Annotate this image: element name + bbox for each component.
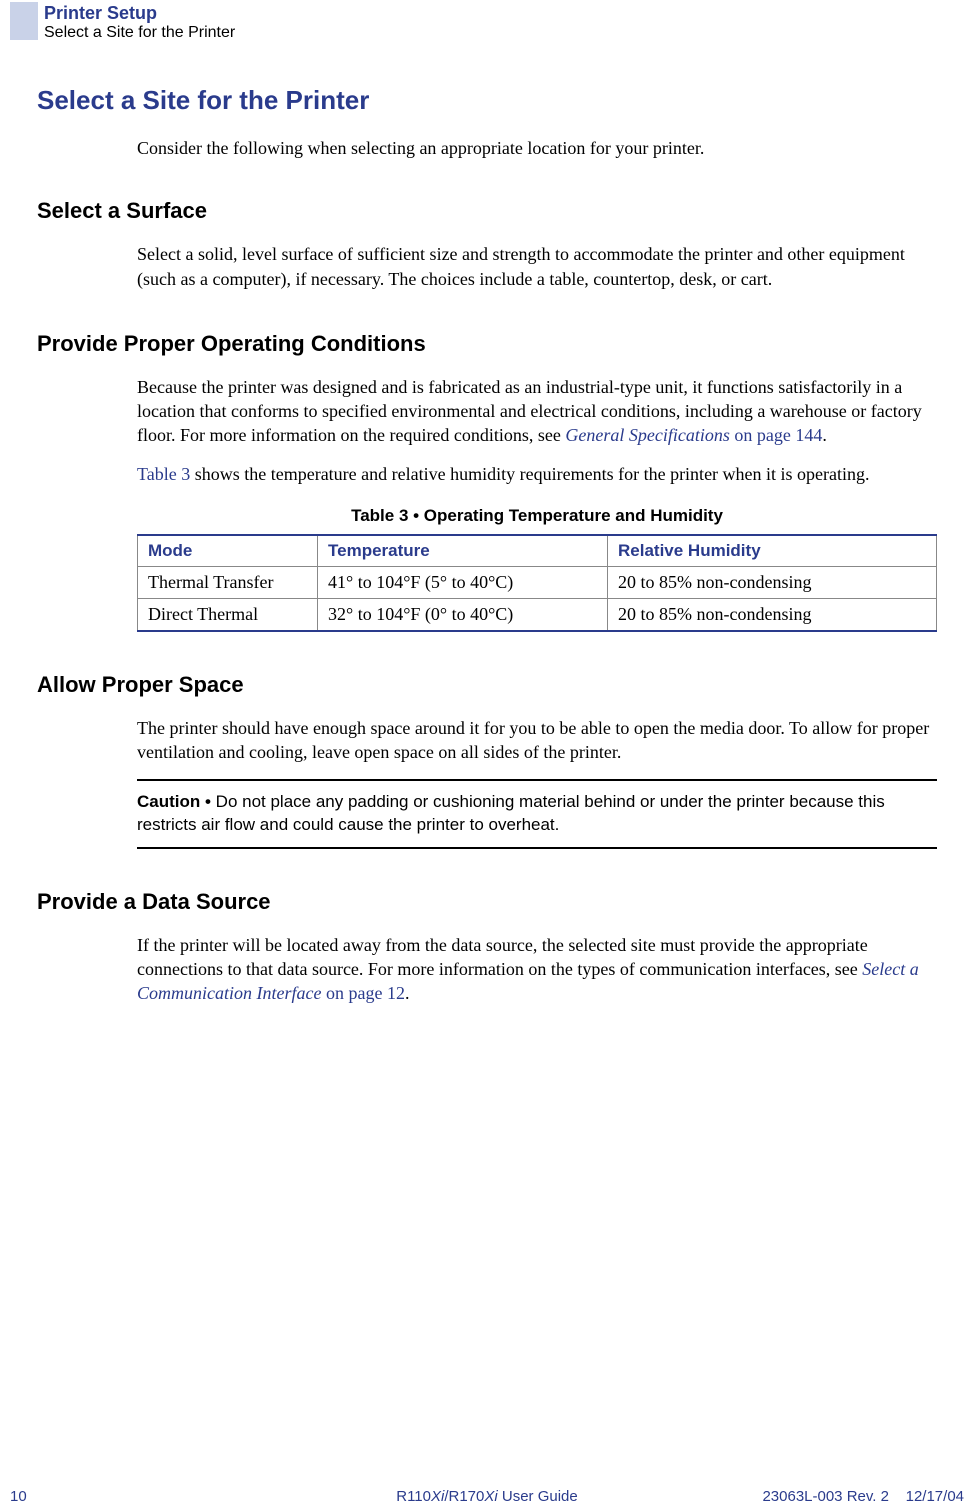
main-heading: Select a Site for the Printer: [37, 85, 937, 116]
th-mode: Mode: [138, 535, 318, 567]
conditions-para2: Table 3 shows the temperature and relati…: [137, 462, 937, 486]
section-data-source: Provide a Data Source If the printer wil…: [37, 889, 937, 1006]
doc-rev: 23063L-003 Rev. 2: [762, 1488, 888, 1505]
footer-right: 23063L-003 Rev. 2 12/17/04: [762, 1488, 964, 1505]
table-operating-temp-humidity: Mode Temperature Relative Humidity Therm…: [137, 534, 937, 632]
link-general-specifications[interactable]: General Specifications: [565, 425, 729, 445]
guide-it2: Xi: [484, 1488, 497, 1505]
cell-mode: Thermal Transfer: [138, 567, 318, 599]
link-general-specifications-page[interactable]: on page 144: [730, 425, 822, 445]
cell-humidity: 20 to 85% non-condensing: [608, 599, 937, 632]
surface-text: Select a solid, level surface of suffici…: [137, 242, 937, 291]
guide-mid: /R170: [444, 1488, 484, 1505]
cell-temp: 32° to 104°F (0° to 40°C): [318, 599, 608, 632]
cell-humidity: 20 to 85% non-condensing: [608, 567, 937, 599]
table-row: Thermal Transfer 41° to 104°F (5° to 40°…: [138, 567, 937, 599]
conditions-para1: Because the printer was designed and is …: [137, 375, 937, 448]
table-header-row: Mode Temperature Relative Humidity: [138, 535, 937, 567]
section-allow-space: Allow Proper Space The printer should ha…: [37, 672, 937, 848]
conditions-para2-text: shows the temperature and relative humid…: [190, 464, 869, 484]
section-operating-conditions: Provide Proper Operating Conditions Beca…: [37, 331, 937, 632]
section-select-surface: Select a Surface Select a solid, level s…: [37, 198, 937, 291]
link-select-comm-interface-page[interactable]: on page 12: [321, 983, 404, 1003]
guide-it1: Xi: [431, 1488, 444, 1505]
doc-date: 12/17/04: [906, 1488, 964, 1505]
subheading-data-source: Provide a Data Source: [37, 889, 937, 915]
subheading-conditions: Provide Proper Operating Conditions: [37, 331, 937, 357]
cell-temp: 41° to 104°F (5° to 40°C): [318, 567, 608, 599]
guide-pre: R110: [396, 1488, 431, 1505]
chapter-title: Printer Setup: [44, 3, 235, 24]
caution-box: Caution • Do not place any padding or cu…: [137, 779, 937, 849]
subheading-surface: Select a Surface: [37, 198, 937, 224]
page-content: Select a Site for the Printer Consider t…: [37, 85, 937, 1045]
data-text-pre: If the printer will be located away from…: [137, 935, 868, 979]
space-text: The printer should have enough space aro…: [137, 716, 937, 765]
th-humidity: Relative Humidity: [608, 535, 937, 567]
guide-post: User Guide: [498, 1488, 578, 1505]
table-row: Direct Thermal 32° to 104°F (0° to 40°C)…: [138, 599, 937, 632]
link-table-3[interactable]: Table 3: [137, 464, 190, 484]
subheading-space: Allow Proper Space: [37, 672, 937, 698]
th-temperature: Temperature: [318, 535, 608, 567]
section-title: Select a Site for the Printer: [44, 24, 235, 42]
caution-label: Caution •: [137, 792, 216, 811]
page-header: Printer Setup Select a Site for the Prin…: [44, 3, 235, 42]
data-source-text: If the printer will be located away from…: [137, 933, 937, 1006]
data-text-post: .: [405, 983, 410, 1003]
caution-text: Do not place any padding or cushioning m…: [137, 792, 885, 834]
table-3-caption: Table 3 • Operating Temperature and Humi…: [137, 506, 937, 526]
cell-mode: Direct Thermal: [138, 599, 318, 632]
table-3-wrap: Table 3 • Operating Temperature and Humi…: [137, 506, 937, 632]
intro-paragraph: Consider the following when selecting an…: [137, 136, 937, 160]
header-accent-bar: [10, 2, 38, 40]
conditions-para1-post: .: [822, 425, 827, 445]
